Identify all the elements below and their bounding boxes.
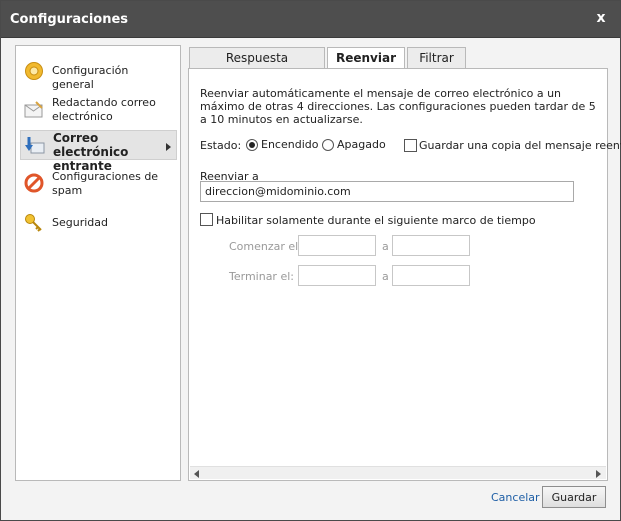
sidebar-item-security[interactable]: Seguridad — [20, 212, 177, 234]
sidebar-item-incoming[interactable]: Correo electrónico entrante — [20, 130, 177, 173]
status-on-radio[interactable] — [246, 139, 258, 151]
close-icon[interactable]: x — [594, 11, 608, 25]
incoming-mail-icon — [25, 136, 45, 156]
tab-forward[interactable]: Reenviar — [327, 47, 405, 70]
tab-filter[interactable]: Filtrar — [407, 47, 466, 69]
compose-icon — [24, 100, 44, 120]
cancel-link[interactable]: Cancelar — [491, 491, 540, 504]
tab-auto-reply[interactable]: Respuesta automática — [189, 47, 325, 86]
sidebar-item-label: Seguridad — [52, 216, 108, 229]
save-button[interactable]: Guardar — [542, 486, 606, 508]
start-label: Comenzar el: — [229, 240, 302, 253]
sidebar-item-general[interactable]: Configuración general — [20, 60, 177, 91]
settings-sidebar: Configuración general Redactando correo … — [15, 45, 181, 481]
end-label: Terminar el: — [229, 270, 294, 283]
sidebar-item-label: Correo electrónico entrante — [53, 131, 129, 173]
forward-description: Reenviar automáticamente el mensaje de c… — [200, 87, 596, 126]
sidebar-item-compose[interactable]: Redactando correo electrónico — [20, 94, 177, 124]
start-date-input[interactable] — [298, 235, 376, 256]
start-to-label: a — [382, 240, 389, 253]
settings-dialog: Configuraciones x Configuración general … — [0, 0, 621, 521]
gear-icon — [24, 61, 44, 81]
chevron-right-icon — [166, 143, 171, 151]
status-label: Estado: — [200, 139, 242, 152]
forward-panel: Reenviar automáticamente el mensaje de c… — [188, 68, 621, 481]
keep-copy-label: Guardar una copia del mensaje reenvia — [419, 139, 621, 152]
timeframe-checkbox[interactable] — [200, 213, 213, 226]
scroll-left-icon[interactable] — [194, 470, 199, 478]
no-spam-icon — [24, 173, 44, 193]
sidebar-item-label: Redactando correo electrónico — [52, 96, 156, 123]
end-time-input[interactable] — [392, 265, 470, 286]
end-to-label: a — [382, 270, 389, 283]
status-off-label: Apagado — [337, 138, 386, 151]
horizontal-scrollbar[interactable] — [190, 466, 606, 479]
status-on-label: Encendido — [261, 138, 319, 151]
sidebar-item-spam[interactable]: Configuraciones de spam — [20, 168, 177, 198]
timeframe-label: Habilitar solamente durante el siguiente… — [216, 214, 536, 227]
scroll-right-icon[interactable] — [596, 470, 601, 478]
start-time-input[interactable] — [392, 235, 470, 256]
title-bar: Configuraciones x — [1, 1, 620, 38]
dialog-title: Configuraciones — [10, 12, 129, 27]
status-off-radio[interactable] — [322, 139, 334, 151]
keep-copy-checkbox[interactable] — [404, 139, 417, 152]
forward-to-input[interactable] — [200, 181, 574, 202]
end-date-input[interactable] — [298, 265, 376, 286]
sidebar-item-label: Configuración general — [52, 64, 129, 91]
key-icon — [24, 213, 44, 233]
sidebar-item-label: Configuraciones de spam — [52, 170, 159, 197]
